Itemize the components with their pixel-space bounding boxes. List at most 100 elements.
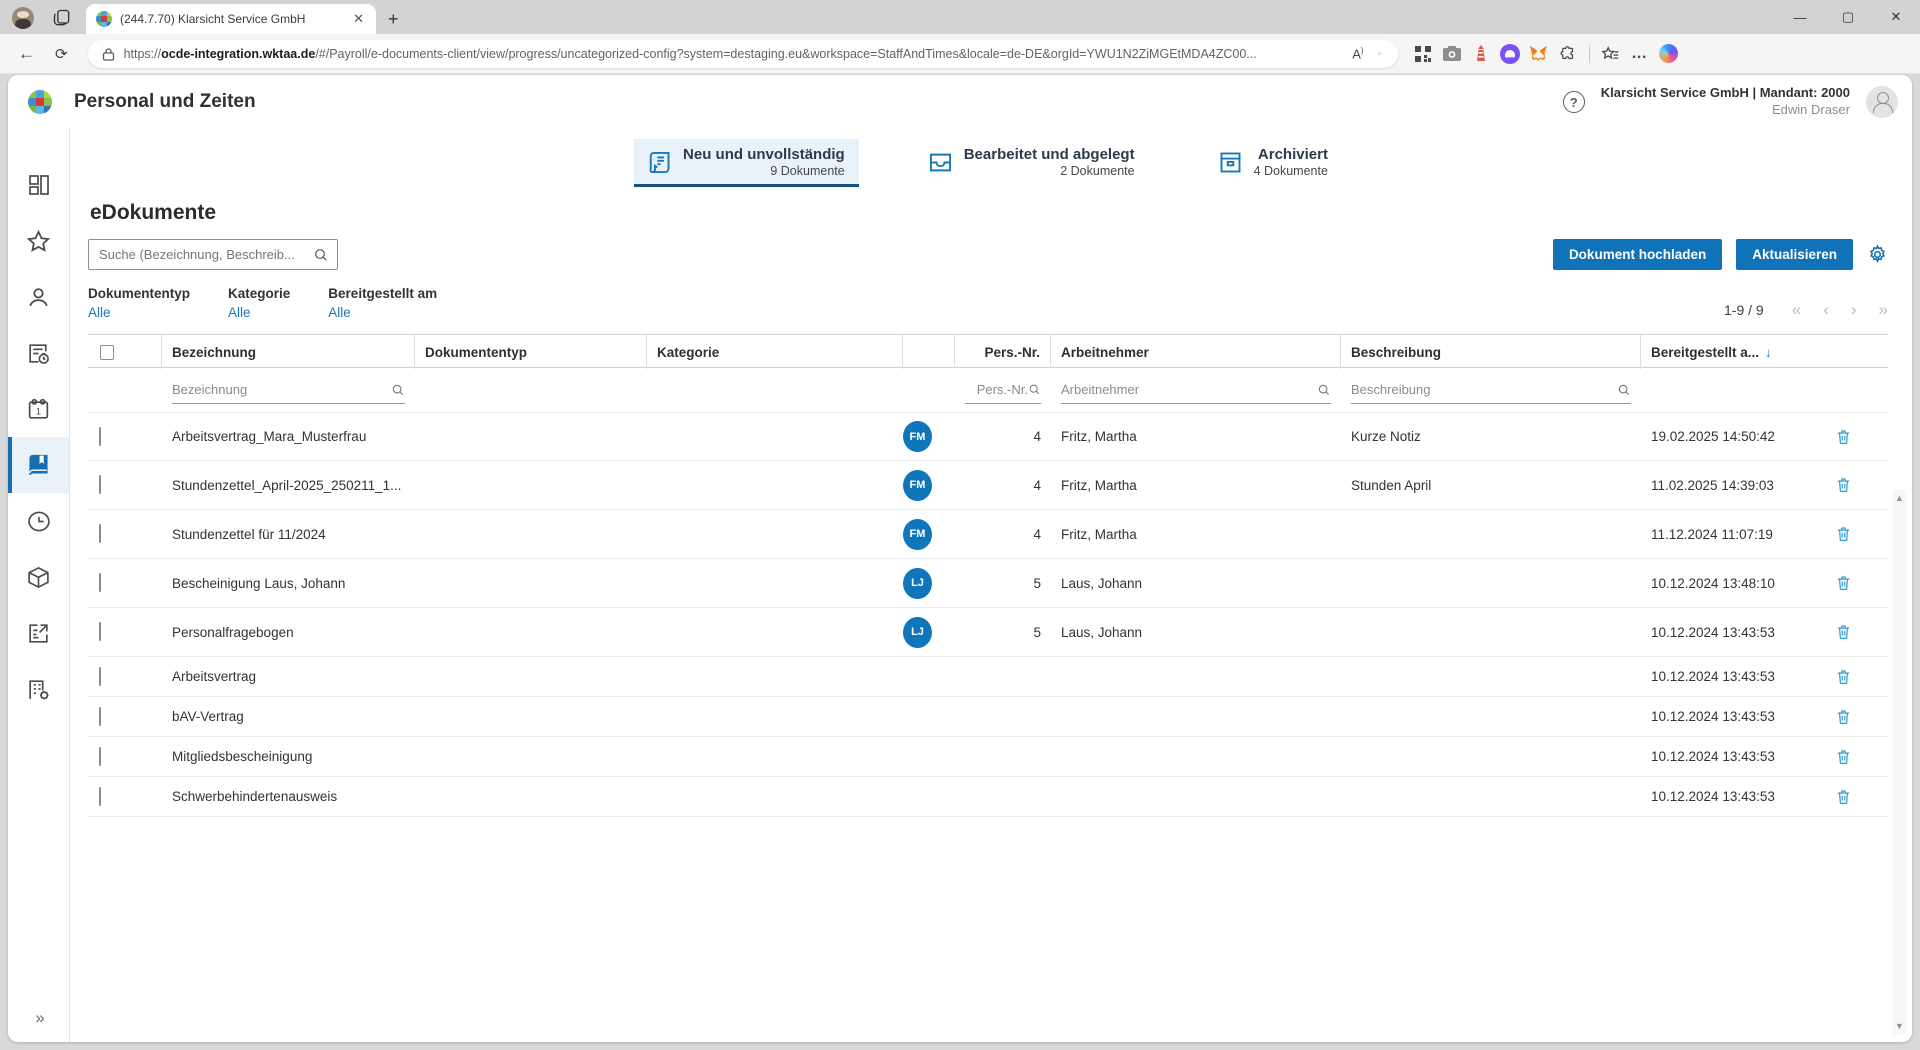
search-input[interactable] — [99, 247, 313, 262]
delete-icon[interactable] — [1835, 668, 1852, 686]
read-aloud-icon[interactable]: A) — [1345, 46, 1370, 61]
filter-input-arbeitnehmer[interactable] — [1061, 377, 1331, 404]
phantom-icon[interactable] — [1499, 43, 1521, 65]
sidebar-item-edocuments[interactable] — [8, 437, 69, 493]
select-all-checkbox[interactable] — [100, 344, 114, 360]
first-page-icon[interactable]: « — [1792, 300, 1801, 320]
column-bereitgestellt[interactable]: Bereitgestellt a... ↓ — [1641, 335, 1817, 369]
person-icon — [29, 287, 48, 306]
tab-bearbeitet-und-abgelegt[interactable]: Bearbeitet und abgelegt 2 Dokumente — [915, 139, 1149, 187]
more-options-icon[interactable]: … — [1629, 43, 1651, 65]
settings-gear-icon[interactable] — [1867, 244, 1888, 265]
table-scrollbar[interactable]: ▲ ▼ — [1893, 490, 1906, 1034]
cell-bezeichnung: Stundenzettel_April-2025_250211_1... — [172, 477, 402, 493]
delete-icon[interactable] — [1835, 574, 1852, 592]
view-tabs: Neu und unvollständig 9 Dokumente Bearbe… — [88, 139, 1888, 187]
window-maximize-button[interactable]: ▢ — [1824, 0, 1872, 34]
table-row[interactable]: Arbeitsvertrag 10.12.2024 13:43:53 — [88, 657, 1888, 697]
row-checkbox[interactable] — [99, 475, 101, 494]
help-icon[interactable]: ? — [1562, 91, 1585, 113]
table-row[interactable]: Personalfragebogen LJ 5 Laus, Johann 10.… — [88, 608, 1888, 657]
last-page-icon[interactable]: » — [1879, 300, 1888, 320]
camera-icon[interactable] — [1441, 43, 1463, 65]
sidebar-item-employees[interactable] — [8, 269, 69, 325]
scroll-up-icon[interactable]: ▲ — [1895, 493, 1904, 503]
metamask-icon[interactable] — [1528, 43, 1550, 65]
row-checkbox[interactable] — [99, 786, 101, 806]
column-dokumententyp[interactable]: Dokumententyp — [415, 335, 647, 369]
extensions-puzzle-icon[interactable] — [1557, 43, 1579, 65]
tab-close-icon[interactable]: ✕ — [349, 11, 368, 27]
cell-bezeichnung: Bescheinigung Laus, Johann — [172, 575, 346, 591]
row-checkbox[interactable] — [99, 524, 101, 543]
scroll-down-icon[interactable]: ▼ — [1895, 1021, 1904, 1031]
upload-document-button[interactable]: Dokument hochladen — [1552, 239, 1723, 270]
column-arbeitnehmer[interactable]: Arbeitnehmer — [1051, 335, 1341, 369]
back-button[interactable]: ← — [8, 40, 45, 68]
prev-page-icon[interactable]: ‹ — [1823, 300, 1829, 320]
delete-icon[interactable] — [1835, 476, 1852, 494]
table-row[interactable]: Stundenzettel für 11/2024 FM 4 Fritz, Ma… — [88, 510, 1888, 559]
address-bar[interactable]: https://ocde-integration.wktaa.de/#/Payr… — [87, 39, 1398, 68]
user-avatar[interactable] — [1866, 86, 1898, 118]
column-pers-nr[interactable]: Pers.-Nr. — [955, 335, 1051, 369]
delete-icon[interactable] — [1835, 428, 1852, 446]
search-icon — [1029, 384, 1040, 395]
table-row[interactable]: bAV-Vertrag 10.12.2024 13:43:53 — [88, 697, 1888, 737]
tab-archiviert[interactable]: Archiviert 4 Dokumente — [1205, 139, 1342, 187]
delete-icon[interactable] — [1835, 748, 1852, 766]
table-row[interactable]: Stundenzettel_April-2025_250211_1... FM … — [88, 461, 1888, 510]
column-beschreibung[interactable]: Beschreibung — [1341, 335, 1641, 369]
sidebar-item-export[interactable] — [8, 605, 69, 661]
next-page-icon[interactable]: › — [1851, 300, 1857, 320]
table-row[interactable]: Schwerbehindertenausweis 10.12.2024 13:4… — [88, 777, 1888, 817]
browser-profile-avatar[interactable] — [12, 7, 34, 29]
row-checkbox[interactable] — [99, 666, 101, 686]
table-row[interactable]: Mitgliedsbescheinigung 10.12.2024 13:43:… — [88, 737, 1888, 777]
filter-input-bezeichnung[interactable] — [172, 377, 405, 404]
sidebar-item-dashboard[interactable] — [8, 157, 69, 213]
delete-icon[interactable] — [1835, 708, 1852, 726]
row-checkbox[interactable] — [99, 426, 101, 446]
favorite-star-icon[interactable] — [1371, 45, 1388, 62]
sidebar-item-company-settings[interactable] — [8, 661, 69, 717]
filter-bereitgestellt-am: Bereitgestellt am Alle — [328, 286, 437, 320]
filter-value-link[interactable]: Alle — [88, 305, 190, 320]
browser-tab[interactable]: (244.7.70) Klarsicht Service GmbH ✕ — [86, 4, 376, 34]
tab-neu-und-unvollstaendig[interactable]: Neu und unvollständig 9 Dokumente — [634, 139, 859, 187]
delete-icon[interactable] — [1835, 623, 1852, 641]
sidebar-item-time-report[interactable] — [8, 325, 69, 381]
reload-button[interactable]: ⟳ — [45, 41, 78, 67]
global-search[interactable] — [88, 239, 338, 270]
search-icon — [392, 384, 404, 395]
new-tab-button[interactable]: + — [388, 10, 399, 28]
sidebar-expand-button[interactable]: » — [8, 1008, 70, 1028]
row-checkbox[interactable] — [99, 622, 101, 641]
filter-value-link[interactable]: Alle — [328, 305, 437, 320]
row-checkbox[interactable] — [99, 746, 101, 766]
sidebar-item-package[interactable] — [8, 549, 69, 605]
sidebar-item-favorites[interactable] — [8, 213, 69, 269]
refresh-button[interactable]: Aktualisieren — [1736, 239, 1853, 270]
delete-icon[interactable] — [1835, 788, 1852, 806]
window-close-button[interactable]: ✕ — [1872, 0, 1920, 34]
workspaces-icon[interactable] — [52, 8, 72, 28]
window-minimize-button[interactable]: — — [1776, 0, 1824, 34]
lighthouse-icon[interactable] — [1470, 43, 1492, 65]
sidebar-item-clock[interactable] — [8, 493, 69, 549]
delete-icon[interactable] — [1835, 525, 1852, 543]
column-kategorie[interactable]: Kategorie — [647, 335, 903, 369]
row-checkbox[interactable] — [99, 573, 101, 592]
employee-avatar: LJ — [903, 567, 932, 599]
table-row[interactable]: Arbeitsvertrag_Mara_Musterfrau FM 4 Frit… — [88, 412, 1888, 461]
favorites-bar-icon[interactable] — [1600, 43, 1622, 65]
filter-input-pers-nr[interactable] — [965, 377, 1041, 404]
table-row[interactable]: Bescheinigung Laus, Johann LJ 5 Laus, Jo… — [88, 559, 1888, 608]
sidebar-item-calendar[interactable]: 1 — [8, 381, 69, 437]
copilot-icon[interactable] — [1658, 43, 1680, 65]
column-bezeichnung[interactable]: Bezeichnung — [162, 335, 415, 369]
row-checkbox[interactable] — [99, 706, 101, 726]
qr-code-icon[interactable] — [1412, 43, 1434, 65]
filter-value-link[interactable]: Alle — [228, 305, 290, 320]
filter-input-beschreibung[interactable] — [1351, 377, 1631, 404]
